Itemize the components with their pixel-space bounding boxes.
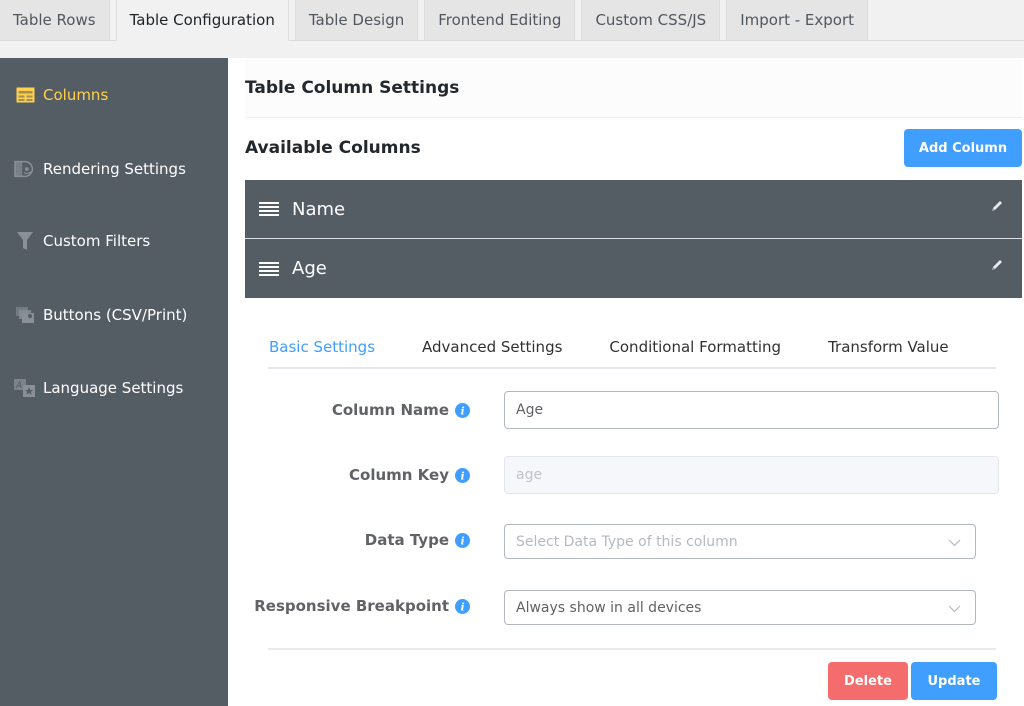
label-text: Responsive Breakpoint	[254, 597, 449, 615]
main-panel: Table Column Settings Available Columns …	[228, 58, 1024, 706]
tab-label: Frontend Editing	[438, 11, 562, 29]
select-value: Always show in all devices	[516, 599, 702, 616]
rendering-icon	[14, 159, 36, 179]
column-name: Age	[292, 258, 327, 279]
data-type-select[interactable]: Select Data Type of this column	[504, 524, 976, 559]
edit-pencil-icon[interactable]	[990, 257, 1004, 271]
edit-pencil-icon[interactable]	[990, 198, 1004, 212]
column-name: Name	[292, 198, 346, 220]
column-list-item[interactable]: Name	[245, 180, 1022, 239]
responsive-breakpoint-label: Responsive Breakpoint i	[254, 597, 470, 615]
sidebar-item-label: Language Settings	[43, 379, 184, 397]
chevron-down-icon	[948, 539, 961, 547]
filter-icon	[14, 231, 36, 251]
input-value: age	[516, 467, 543, 483]
svg-text:i: i	[461, 535, 465, 547]
form-divider	[268, 648, 996, 650]
top-tab-bar: Table Rows Table Configuration Table Des…	[0, 0, 1024, 41]
delete-button[interactable]: Delete	[828, 662, 908, 700]
column-key-label: Column Key i	[349, 466, 470, 484]
tab-frontend-editing[interactable]: Frontend Editing	[424, 0, 576, 40]
column-name-input[interactable]: Age	[504, 391, 999, 429]
tab-label: Table Design	[308, 11, 405, 29]
column-list-item[interactable]: Age	[245, 239, 1022, 298]
tab-advanced-settings[interactable]: Advanced Settings	[422, 338, 562, 356]
select-placeholder: Select Data Type of this column	[516, 533, 738, 550]
drag-handle-icon[interactable]	[259, 261, 279, 276]
sidebar-item-label: Custom Filters	[43, 232, 151, 250]
svg-text:i: i	[461, 470, 465, 482]
tab-label: Custom CSS/JS	[595, 11, 707, 29]
drag-handle-icon[interactable]	[259, 202, 279, 216]
svg-text:i: i	[461, 405, 465, 417]
available-columns-heading: Available Columns	[245, 138, 421, 158]
sidebar-item-columns[interactable]: Columns	[14, 80, 108, 110]
info-icon[interactable]: i	[455, 467, 470, 483]
label-text: Column Key	[349, 466, 449, 484]
tab-table-design[interactable]: Table Design	[294, 0, 419, 40]
language-icon: A	[14, 378, 36, 398]
tab-custom-css-js[interactable]: Custom CSS/JS	[581, 0, 721, 40]
info-icon[interactable]: i	[455, 532, 470, 548]
update-button[interactable]: Update	[911, 662, 997, 700]
sidebar-item-label: Columns	[43, 86, 109, 104]
input-value: Age	[516, 402, 544, 418]
svg-text:i: i	[461, 601, 465, 613]
label-text: Data Type	[364, 531, 449, 549]
chevron-down-icon	[948, 605, 961, 613]
column-name-label: Column Name i	[332, 401, 470, 419]
tab-label: Table Rows	[13, 11, 96, 29]
data-type-label: Data Type i	[365, 531, 470, 549]
sidebar-item-rendering-settings[interactable]: Rendering Settings	[14, 154, 186, 184]
svg-text:A: A	[15, 381, 22, 391]
buttons-icon	[14, 305, 36, 325]
page-title: Table Column Settings	[245, 77, 460, 98]
label-text: Column Name	[331, 401, 449, 419]
responsive-breakpoint-select[interactable]: Always show in all devices	[504, 590, 976, 625]
tab-import-export[interactable]: Import - Export	[726, 0, 869, 40]
tab-transform-value[interactable]: Transform Value	[828, 338, 949, 356]
table-icon	[14, 85, 36, 105]
info-icon[interactable]: i	[455, 598, 470, 614]
tab-conditional-formatting[interactable]: Conditional Formatting	[609, 338, 781, 356]
tab-table-rows[interactable]: Table Rows	[0, 0, 110, 40]
sidebar-item-buttons[interactable]: Buttons (CSV/Print)	[14, 300, 187, 330]
tab-basic-settings[interactable]: Basic Settings	[269, 338, 375, 356]
sidebar-item-language-settings[interactable]: A Language Settings	[14, 373, 183, 403]
sidebar-item-label: Rendering Settings	[43, 160, 186, 178]
tab-label: Table Configuration	[129, 11, 275, 29]
add-column-button[interactable]: Add Column	[904, 129, 1022, 167]
tab-label: Import - Export	[740, 11, 855, 29]
panel-header: Table Column Settings	[245, 58, 1022, 118]
sidebar: Columns Rendering Settings Custom Filter…	[0, 58, 228, 706]
column-settings-tabs: Basic Settings Advanced Settings Conditi…	[268, 326, 996, 369]
sidebar-item-label: Buttons (CSV/Print)	[43, 306, 188, 324]
tab-table-configuration[interactable]: Table Configuration	[115, 0, 289, 41]
sidebar-item-custom-filters[interactable]: Custom Filters	[14, 226, 150, 256]
info-icon[interactable]: i	[455, 402, 470, 418]
column-key-input: age	[504, 456, 999, 494]
